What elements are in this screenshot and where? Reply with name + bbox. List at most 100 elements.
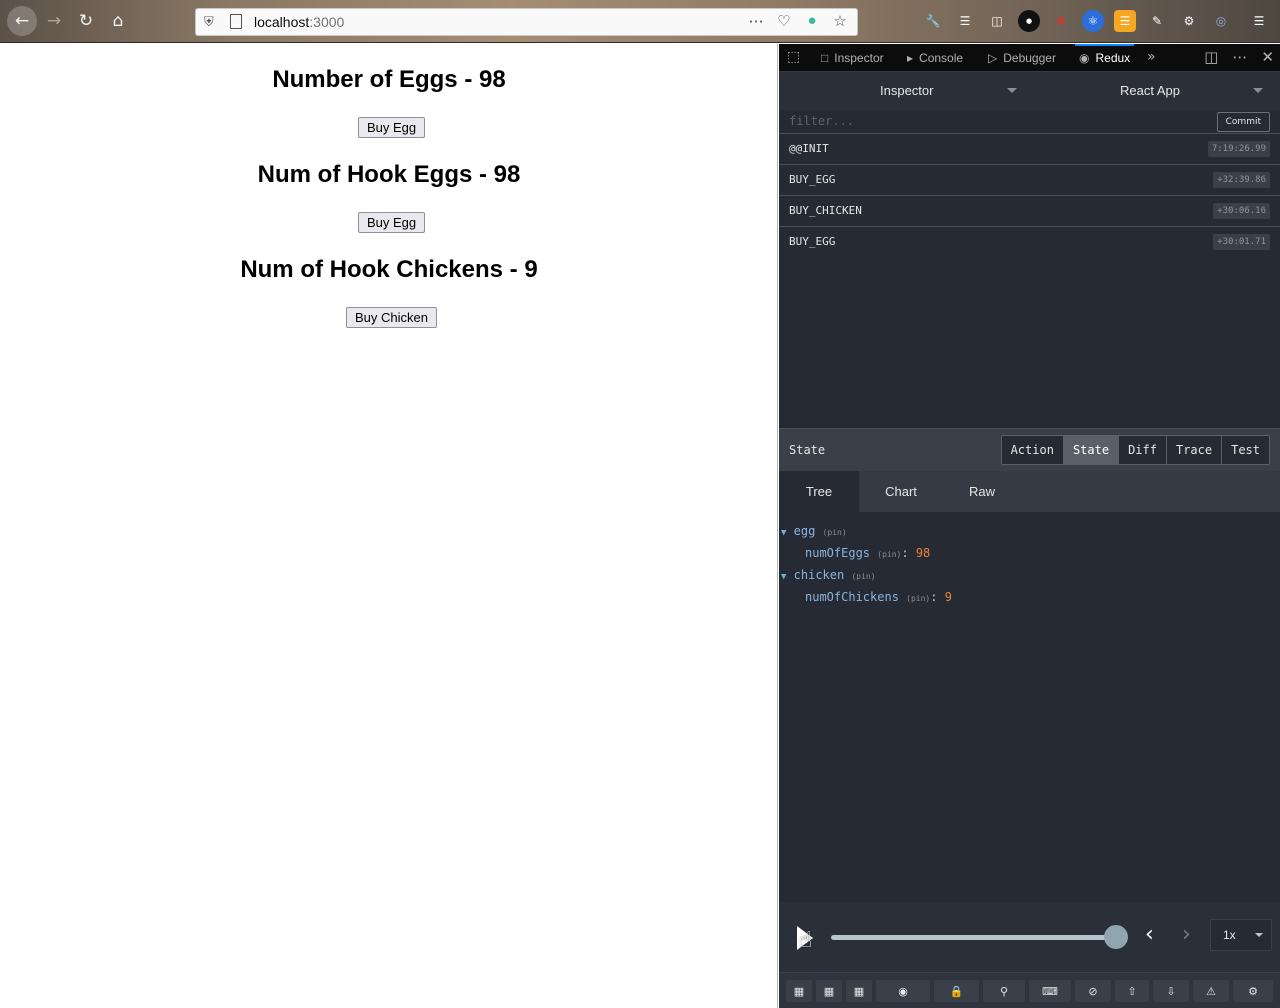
action-name: BUY_EGG <box>789 235 836 248</box>
menu-icon[interactable]: ☰ <box>1248 10 1270 32</box>
url-bar[interactable]: ⛨ localhost:3000 ⋯ ♡ ● ☆ <box>195 8 858 36</box>
step-forward-icon[interactable]: › <box>1182 922 1191 947</box>
react-icon[interactable]: ⚛ <box>1082 10 1104 32</box>
redux-ext-icon[interactable]: ☰ <box>1114 10 1136 32</box>
tab-test[interactable]: Test <box>1221 436 1269 464</box>
layout-bottom-icon[interactable]: ▦ <box>846 980 872 1002</box>
expand-arrow-icon[interactable]: ▼ <box>781 572 786 582</box>
shield-icon[interactable]: ⛨ <box>204 14 214 30</box>
action-time: 7:19:26.99 <box>1207 141 1270 157</box>
remote-icon[interactable]: ⚠ <box>1193 980 1229 1002</box>
action-row[interactable]: BUY_CHICKEN +30:06.16 <box>779 196 1280 227</box>
filter-row: filter... Commit <box>779 110 1280 134</box>
tab-chart[interactable]: Chart <box>861 471 941 512</box>
options-icon[interactable]: ⋯ <box>1232 48 1247 66</box>
extension-icon[interactable]: ● <box>803 12 821 30</box>
tab-raw[interactable]: Raw <box>942 471 1022 512</box>
monitor-caret-icon[interactable] <box>1007 88 1017 93</box>
step-back-icon[interactable]: ‹ <box>1145 922 1154 947</box>
buy-hook-egg-button[interactable]: Buy Egg <box>358 212 426 233</box>
pin-button[interactable]: (pin) <box>877 550 901 559</box>
upload-icon[interactable]: ⇧ <box>1115 980 1149 1002</box>
reload-icon[interactable]: ↻ <box>73 8 99 34</box>
filter-input[interactable]: filter... <box>789 114 854 128</box>
mouse-cursor-icon: ☝ <box>799 928 813 953</box>
record-icon[interactable]: ◉ <box>876 980 930 1002</box>
tab-trace[interactable]: Trace <box>1165 436 1222 464</box>
action-row[interactable]: @@INIT 7:19:26.99 <box>779 134 1280 165</box>
tab-tree[interactable]: Tree <box>779 471 859 512</box>
commit-button[interactable]: Commit <box>1216 112 1270 132</box>
pocket-icon[interactable]: ♡ <box>775 12 793 30</box>
time-slider[interactable] <box>831 935 1116 940</box>
close-icon[interactable]: ✕ <box>1261 48 1274 66</box>
action-row[interactable]: BUY_EGG +32:39.86 <box>779 165 1280 196</box>
tree-key: chicken <box>793 568 845 582</box>
element-picker-icon[interactable]: ⬚ <box>787 49 800 65</box>
keyboard-icon[interactable]: ⌨ <box>1029 980 1071 1002</box>
slider-area: ‹ › 1x <box>779 902 1280 972</box>
page-actions-icon[interactable]: ⋯ <box>747 12 765 30</box>
tree-value: 9 <box>944 590 952 604</box>
instance-select[interactable]: React App <box>1120 83 1180 98</box>
sidebar-icon[interactable]: ◫ <box>986 10 1008 32</box>
monitor-select[interactable]: Inspector <box>880 83 933 98</box>
speed-value: 1x <box>1223 928 1236 942</box>
sync-off-icon[interactable]: ⊘ <box>1075 980 1111 1002</box>
web-page: Number of Eggs - 98 Buy Egg Num of Hook … <box>0 44 778 1008</box>
tab-console[interactable]: ▸ Console <box>907 44 963 72</box>
instance-caret-icon[interactable] <box>1253 88 1263 93</box>
wrench-icon[interactable]: 🔧 <box>922 10 944 32</box>
expand-arrow-icon[interactable]: ▼ <box>781 528 786 538</box>
buy-chicken-button[interactable]: Buy Chicken <box>346 307 437 328</box>
browser-toolbar: ← → ↻ ⌂ ⛨ localhost:3000 ⋯ ♡ ● ☆ 🔧 ☰ ◫ ●… <box>0 0 1280 43</box>
redux-header: Inspector React App <box>779 72 1280 110</box>
tree-node[interactable]: ▼ egg (pin) <box>781 524 847 542</box>
tree-key: numOfEggs <box>805 546 871 560</box>
dock-icon[interactable]: ◫ <box>1204 48 1218 66</box>
lock-icon[interactable]: 🔒 <box>934 980 979 1002</box>
state-subtabs: Tree Chart Raw <box>779 471 1280 512</box>
globe-ext-icon[interactable]: ◎ <box>1210 10 1232 32</box>
pin-button[interactable]: (pin) <box>906 594 930 603</box>
tree-value: 98 <box>915 546 931 560</box>
pin-button[interactable]: (pin) <box>851 572 875 581</box>
action-row[interactable]: BUY_EGG +30:01.71 <box>779 227 1280 258</box>
extension-dark-icon[interactable]: ● <box>1018 10 1040 32</box>
url-text[interactable]: localhost:3000 <box>254 14 344 30</box>
tab-diff[interactable]: Diff <box>1118 436 1166 464</box>
download-icon[interactable]: ⇩ <box>1153 980 1189 1002</box>
tab-state[interactable]: State <box>1062 436 1119 464</box>
forward-arrow-icon[interactable]: → <box>41 8 67 34</box>
buy-egg-button[interactable]: Buy Egg <box>358 117 426 138</box>
debugger-icon: ▷ <box>988 51 998 65</box>
home-icon[interactable]: ⌂ <box>105 8 131 34</box>
state-label: State <box>789 443 826 457</box>
gear-ext-icon[interactable]: ⚙ <box>1178 10 1200 32</box>
pin-icon[interactable]: ⚲ <box>983 980 1025 1002</box>
action-time: +30:01.71 <box>1213 234 1270 250</box>
speed-caret-icon <box>1255 933 1263 937</box>
tree-node[interactable]: ▼ chicken (pin) <box>781 568 876 586</box>
tree-key: numOfChickens <box>805 590 899 604</box>
tab-action[interactable]: Action <box>1001 436 1063 464</box>
action-name: @@INIT <box>789 142 829 155</box>
more-tabs-icon[interactable]: » <box>1147 49 1156 65</box>
back-arrow-icon[interactable]: ← <box>7 6 37 36</box>
speed-select[interactable]: 1x <box>1210 919 1272 951</box>
inspector-icon: □ <box>821 51 829 65</box>
layout-right-icon[interactable]: ▦ <box>816 980 842 1002</box>
slider-handle[interactable] <box>1104 925 1128 949</box>
bug-icon[interactable]: ❋ <box>1050 10 1072 32</box>
action-name: BUY_CHICKEN <box>789 204 862 217</box>
pin-button[interactable]: (pin) <box>823 528 847 537</box>
tab-debugger[interactable]: ▷ Debugger <box>988 44 1056 72</box>
notes-icon[interactable]: ✎ <box>1146 10 1168 32</box>
tab-redux[interactable]: ◉ Redux <box>1074 44 1135 72</box>
devtools-panel: ⬚ □ Inspector ▸ Console ▷ Debugger ◉ Red… <box>779 44 1280 1008</box>
tab-inspector[interactable]: □ Inspector <box>821 44 884 72</box>
layout-left-icon[interactable]: ▦ <box>786 980 812 1002</box>
settings-icon[interactable]: ⚙ <box>1233 980 1273 1002</box>
bookmark-star-icon[interactable]: ☆ <box>831 12 849 30</box>
library-icon[interactable]: ☰ <box>954 10 976 32</box>
